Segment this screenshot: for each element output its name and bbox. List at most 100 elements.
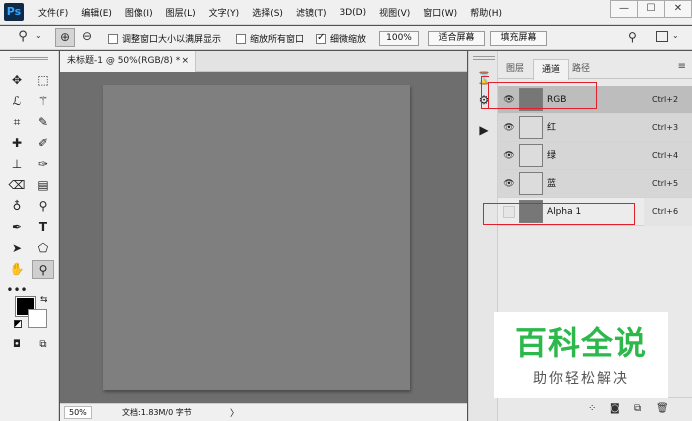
maximize-button[interactable]: ☐ (637, 0, 665, 18)
properties-panel-icon[interactable]: ⚙ (472, 91, 496, 109)
dock-grip[interactable] (473, 56, 495, 60)
tools-panel: ✥ ⬚ ℒ ⚚ ⌗ ✎ ✚ ✐ ⊥ ✑ ⌫ ▤ ♁ ⚲ ✒ T ➤ ⬠ ✋ ⚲ … (0, 51, 59, 421)
menu-view[interactable]: 视图(V) (379, 6, 410, 19)
zoom-all-windows-checkbox[interactable]: 缩放所有窗口 (236, 32, 304, 45)
delete-channel-icon[interactable]: 🗑 (656, 403, 669, 414)
load-selection-icon[interactable]: ⁘ (588, 403, 596, 414)
menu-edit[interactable]: 编辑(E) (81, 6, 112, 19)
history-panel-icon[interactable]: ⌛ (472, 69, 496, 87)
dodge-tool-icon[interactable]: ⚲ (32, 197, 54, 216)
scrubby-zoom-checkbox[interactable]: 细微缩放 (316, 32, 366, 45)
zoom-all-box[interactable] (236, 33, 246, 44)
eye-icon[interactable]: 👁 (503, 94, 515, 106)
new-channel-icon[interactable]: ⧉ (634, 403, 641, 414)
status-zoom-field[interactable]: 50% (64, 406, 92, 419)
channel-row-rgb[interactable]: 👁 RGB Ctrl+2 (498, 86, 692, 114)
eraser-tool-icon[interactable]: ⌫ (6, 176, 28, 195)
close-button[interactable]: ✕ (664, 0, 692, 18)
zoom-tool-icon[interactable]: ⚲ (16, 29, 30, 44)
background-color-swatch[interactable] (28, 309, 47, 328)
menu-bar: Ps 文件(F) 编辑(E) 图像(I) 图层(L) 文字(Y) 选择(S) 滤… (0, 0, 692, 25)
eye-icon[interactable]: 👁 (503, 178, 515, 190)
channel-thumbnail (519, 116, 543, 139)
eye-icon[interactable]: 👁 (503, 150, 515, 162)
close-tab-icon[interactable]: × (181, 51, 189, 72)
watermark-subtitle: 助你轻松解决 (533, 371, 629, 387)
channel-name: RGB (547, 95, 567, 105)
menu-image[interactable]: 图像(I) (125, 6, 153, 19)
menu-filter[interactable]: 滤镜(T) (296, 6, 327, 19)
screen-mode-icon[interactable]: ⧉ (32, 335, 54, 354)
scrubby-zoom-box[interactable] (316, 32, 326, 44)
history-brush-tool-icon[interactable]: ✑ (32, 155, 54, 174)
fill-screen-button[interactable]: 填充屏幕 (490, 31, 547, 46)
window-controls: — ☐ ✕ (610, 0, 692, 18)
channel-shortcut: Ctrl+6 (644, 198, 692, 226)
menu-select[interactable]: 选择(S) (252, 6, 283, 19)
marquee-tool-icon[interactable]: ⬚ (32, 71, 54, 90)
minimize-button[interactable]: — (610, 0, 638, 18)
actions-play-icon[interactable]: ▶ (472, 121, 496, 139)
scrubby-zoom-label: 细微缩放 (330, 35, 367, 45)
panel-menu-icon[interactable]: ≡ (678, 61, 686, 72)
status-bar: 50% 文档:1.83M/0 字节 〉 (60, 403, 467, 421)
channel-row-alpha[interactable]: Alpha 1 Ctrl+6 (498, 198, 692, 226)
quick-mask-icon[interactable]: ◘ (6, 335, 28, 354)
menu-layer[interactable]: 图层(L) (166, 6, 196, 19)
search-icon[interactable]: ⚲ (628, 30, 637, 44)
healing-brush-tool-icon[interactable]: ✚ (6, 134, 28, 153)
visibility-toggle-empty[interactable] (503, 206, 515, 218)
watermark: 百科全说 助你轻松解决 (494, 312, 668, 398)
eye-icon[interactable]: 👁 (503, 122, 515, 134)
save-selection-icon[interactable]: ◙ (610, 403, 620, 414)
workspace-icon[interactable] (656, 31, 668, 42)
panel-bottom-bar: ⁘ ◙ ⧉ 🗑 (498, 397, 692, 421)
pen-tool-icon[interactable]: ✒ (6, 218, 28, 237)
resize-windows-box[interactable] (108, 33, 118, 44)
tab-paths[interactable]: 路径 (564, 59, 598, 79)
blur-tool-icon[interactable]: ♁ (6, 197, 28, 216)
path-selection-tool-icon[interactable]: ➤ (6, 239, 28, 258)
shape-tool-icon[interactable]: ⬠ (32, 239, 54, 258)
menu-file[interactable]: 文件(F) (38, 6, 68, 19)
swap-colors-icon[interactable]: ⇆ (40, 295, 48, 305)
document-tab[interactable]: 未标题-1 @ 50%(RGB/8) * × (60, 51, 196, 72)
channel-shortcut: Ctrl+5 (652, 179, 679, 188)
zoom-tool-icon[interactable]: ⚲ (32, 260, 54, 279)
default-colors-icon[interactable] (14, 320, 22, 328)
eyedropper-tool-icon[interactable]: ✎ (32, 113, 54, 132)
document-canvas[interactable] (103, 85, 410, 390)
channel-list: 👁 RGB Ctrl+2 👁 红 Ctrl+3 👁 绿 Ctrl+4 👁 蓝 C… (498, 86, 692, 226)
move-tool-icon[interactable]: ✥ (6, 71, 28, 90)
menu-window[interactable]: 窗口(W) (423, 6, 457, 19)
canvas-workspace[interactable] (60, 72, 467, 403)
fit-screen-button[interactable]: 适合屏幕 (428, 31, 485, 46)
type-tool-icon[interactable]: T (32, 218, 54, 237)
resize-windows-label: 调整窗口大小以满屏显示 (122, 35, 222, 45)
zoom-out-icon[interactable]: ⊖ (78, 28, 96, 47)
menu-help[interactable]: 帮助(H) (470, 6, 502, 19)
channel-row-green[interactable]: 👁 绿 Ctrl+4 (498, 142, 692, 170)
magic-wand-tool-icon[interactable]: ⚚ (32, 92, 54, 111)
menu-type[interactable]: 文字(Y) (209, 6, 240, 19)
menu-3d[interactable]: 3D(D) (339, 8, 366, 18)
tab-layers[interactable]: 图层 (498, 59, 532, 79)
channel-shortcut: Ctrl+3 (652, 123, 679, 132)
hand-tool-icon[interactable]: ✋ (6, 260, 28, 279)
watermark-title: 百科全说 (514, 324, 647, 362)
brush-tool-icon[interactable]: ✐ (32, 134, 54, 153)
channel-name: Alpha 1 (547, 207, 582, 217)
zoom-in-icon[interactable]: ⊕ (55, 28, 75, 47)
status-menu-arrow[interactable]: 〉 (230, 406, 239, 419)
channel-row-blue[interactable]: 👁 蓝 Ctrl+5 (498, 170, 692, 198)
workspace-chevron-icon[interactable]: ⌄ (672, 31, 679, 40)
chevron-down-icon[interactable]: ⌄ (35, 31, 42, 40)
channel-row-red[interactable]: 👁 红 Ctrl+3 (498, 114, 692, 142)
resize-windows-checkbox[interactable]: 调整窗口大小以满屏显示 (108, 32, 221, 45)
clone-stamp-tool-icon[interactable]: ⊥ (6, 155, 28, 174)
zoom-value-field[interactable]: 100% (379, 31, 419, 46)
lasso-tool-icon[interactable]: ℒ (6, 92, 28, 111)
crop-tool-icon[interactable]: ⌗ (6, 113, 28, 132)
toolbar-grip[interactable] (10, 57, 48, 60)
gradient-tool-icon[interactable]: ▤ (32, 176, 54, 195)
